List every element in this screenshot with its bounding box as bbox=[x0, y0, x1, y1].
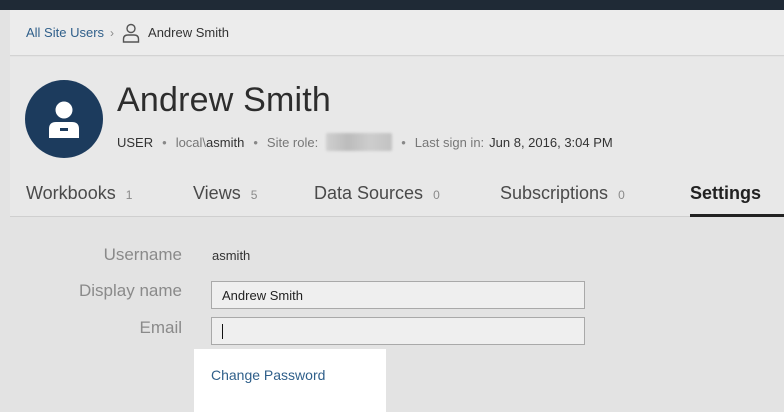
change-password-panel: Change Password bbox=[194, 349, 386, 412]
avatar bbox=[25, 80, 103, 158]
tab-bar: Workbooks 1 Views 5 Data Sources 0 Subscrip… bbox=[10, 177, 784, 217]
change-password-link[interactable]: Change Password bbox=[211, 367, 325, 383]
meta-dot: • bbox=[401, 134, 406, 150]
breadcrumb-separator: › bbox=[110, 25, 115, 40]
top-strip bbox=[0, 0, 784, 10]
user-meta: USER • local\ asmith • Site role: • Last … bbox=[117, 133, 613, 151]
username-value: asmith bbox=[212, 248, 251, 263]
display-name-field[interactable]: Andrew Smith bbox=[211, 281, 585, 309]
meta-dot: • bbox=[253, 134, 258, 150]
email-field[interactable] bbox=[211, 317, 585, 345]
tab-data-sources[interactable]: Data Sources 0 bbox=[314, 183, 440, 204]
tab-workbooks[interactable]: Workbooks 1 bbox=[26, 183, 132, 204]
user-type: USER bbox=[117, 134, 154, 150]
meta-dot: • bbox=[162, 134, 167, 150]
last-sign-in-value: Jun 8, 2016, 3:04 PM bbox=[489, 134, 613, 150]
person-icon bbox=[49, 101, 79, 138]
site-role-value-redacted bbox=[326, 133, 393, 151]
tab-count: 0 bbox=[433, 188, 440, 202]
tab-settings[interactable]: Settings bbox=[690, 183, 761, 204]
tab-count: 5 bbox=[250, 188, 258, 202]
breadcrumb-current: Andrew Smith bbox=[148, 25, 229, 40]
username-label: Username bbox=[103, 245, 182, 264]
user-domain: local\ bbox=[175, 134, 207, 150]
display-name-label: Display name bbox=[79, 281, 182, 300]
site-role-label: Site role: bbox=[266, 134, 319, 150]
tab-views[interactable]: Views 5 bbox=[193, 183, 257, 204]
active-tab-indicator bbox=[690, 214, 784, 217]
settings-panel: Username asmith Display name Andrew Smit… bbox=[10, 218, 784, 412]
tab-label: Subscriptions bbox=[500, 183, 609, 203]
tab-label: Settings bbox=[690, 183, 762, 203]
person-outline-icon bbox=[122, 23, 140, 43]
tab-count: 0 bbox=[618, 188, 625, 202]
email-label: Email bbox=[139, 318, 182, 337]
breadcrumb-all-site-users-link[interactable]: All Site Users bbox=[26, 25, 104, 40]
tab-label: Workbooks bbox=[26, 183, 116, 203]
tab-label: Views bbox=[193, 183, 241, 203]
tab-count: 1 bbox=[125, 188, 133, 202]
tab-label: Data Sources bbox=[314, 183, 424, 203]
page-title: Andrew Smith bbox=[117, 81, 332, 119]
display-name-value: Andrew Smith bbox=[222, 288, 303, 303]
breadcrumb: All Site Users › Andrew Smith bbox=[10, 10, 784, 56]
user-header: Andrew Smith USER • local\ asmith • Site … bbox=[10, 57, 784, 177]
text-cursor bbox=[222, 324, 223, 340]
user-username: asmith bbox=[206, 134, 245, 150]
last-sign-in-label: Last sign in: bbox=[414, 134, 485, 150]
tab-subscriptions[interactable]: Subscriptions 0 bbox=[500, 183, 625, 204]
